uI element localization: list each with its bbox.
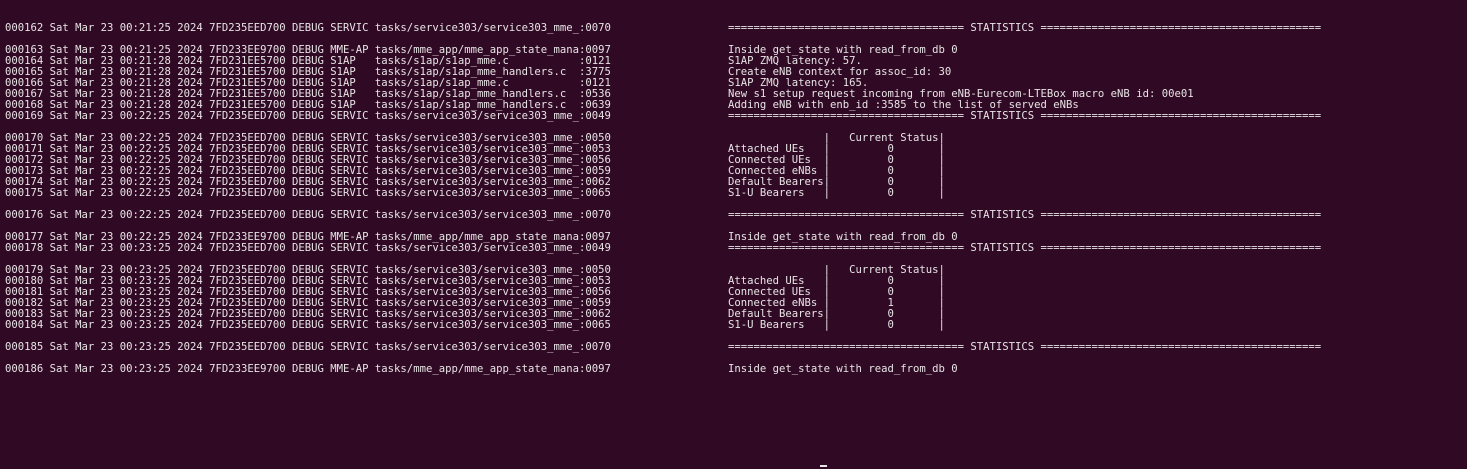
log-message: S1-U Bearers | 0 | — [728, 187, 945, 199]
log-prefix: 000176 Sat Mar 23 00:22:25 2024 7FD235EE… — [5, 209, 611, 221]
log-prefix: 000162 Sat Mar 23 00:21:25 2024 7FD235EE… — [5, 22, 611, 34]
log-prefix: 000185 Sat Mar 23 00:23:25 2024 7FD235EE… — [5, 341, 611, 353]
log-message: ===================================== ST… — [728, 22, 1322, 34]
log-line: 000162 Sat Mar 23 00:21:25 2024 7FD235EE… — [5, 23, 1467, 34]
log-line: 000186 Sat Mar 23 00:23:25 2024 7FD233EE… — [5, 364, 1467, 375]
log-line: 000176 Sat Mar 23 00:22:25 2024 7FD235EE… — [5, 210, 1467, 221]
log-prefix: 000184 Sat Mar 23 00:23:25 2024 7FD235EE… — [5, 319, 611, 331]
log-message: ===================================== ST… — [728, 209, 1322, 221]
log-line: 000169 Sat Mar 23 00:22:25 2024 7FD235EE… — [5, 111, 1467, 122]
terminal-output[interactable]: 000162 Sat Mar 23 00:21:25 2024 7FD235EE… — [0, 0, 1467, 469]
log-prefix: 000169 Sat Mar 23 00:22:25 2024 7FD235EE… — [5, 110, 611, 122]
log-message: Inside get_state with read_from_db 0 — [728, 363, 958, 375]
log-prefix: 000178 Sat Mar 23 00:23:25 2024 7FD235EE… — [5, 242, 611, 254]
log-line: 000184 Sat Mar 23 00:23:25 2024 7FD235EE… — [5, 320, 1467, 331]
text-cursor — [820, 456, 827, 467]
log-message: ===================================== ST… — [728, 341, 1322, 353]
log-line: 000175 Sat Mar 23 00:22:25 2024 7FD235EE… — [5, 188, 1467, 199]
log-prefix: 000175 Sat Mar 23 00:22:25 2024 7FD235EE… — [5, 187, 611, 199]
log-line: 000178 Sat Mar 23 00:23:25 2024 7FD235EE… — [5, 243, 1467, 254]
log-message: ===================================== ST… — [728, 242, 1322, 254]
log-prefix: 000186 Sat Mar 23 00:23:25 2024 7FD233EE… — [5, 363, 611, 375]
log-message: S1-U Bearers | 0 | — [728, 319, 945, 331]
log-message: ===================================== ST… — [728, 110, 1322, 122]
log-line: 000185 Sat Mar 23 00:23:25 2024 7FD235EE… — [5, 342, 1467, 353]
